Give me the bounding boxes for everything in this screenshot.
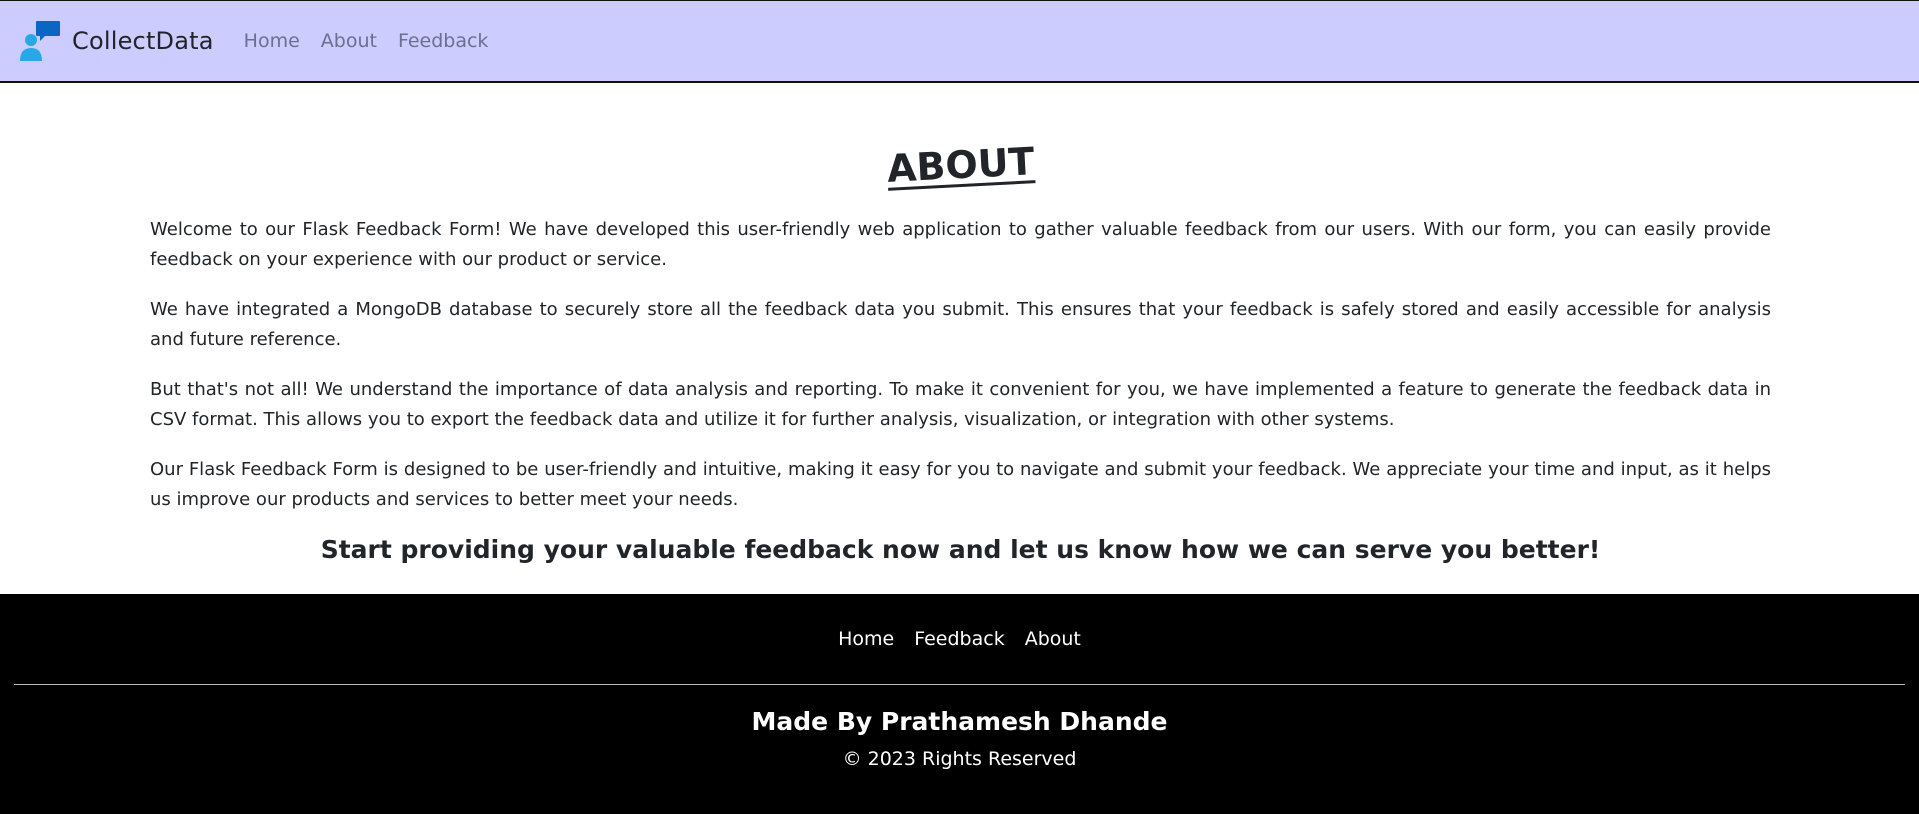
about-paragraph-design: Our Flask Feedback Form is designed to b… [150,459,1771,510]
page-title-text: ABOUT [885,139,1036,191]
about-paragraphs: Welcome to our Flask Feedback Form! We h… [150,215,1771,515]
footer-link-home[interactable]: Home [838,628,894,650]
nav-link-home[interactable]: Home [244,30,300,52]
call-to-action: Start providing your valuable feedback n… [320,535,1601,564]
about-paragraph-csv: But that's not all! We understand the im… [150,379,1771,430]
nav-link-feedback[interactable]: Feedback [398,30,488,52]
chat-user-icon [20,21,60,61]
about-section: ABOUT Welcome to our Flask Feedback Form… [150,83,1771,564]
about-paragraph-welcome: Welcome to our Flask Feedback Form! We h… [150,219,1771,270]
footer-divider [14,684,1905,685]
footer: Home Feedback About Made By Prathamesh D… [0,594,1919,814]
footer-link-feedback[interactable]: Feedback [914,628,1004,650]
footer-link-about[interactable]: About [1025,628,1081,650]
footer-links: Home Feedback About [0,628,1919,650]
about-paragraph-database: We have integrated a MongoDB database to… [150,299,1771,350]
brand[interactable]: CollectData [18,19,214,63]
page-title: ABOUT [150,139,1771,191]
footer-made-by: Made By Prathamesh Dhande [751,707,1168,736]
brand-name[interactable]: CollectData [72,27,214,55]
nav-link-about[interactable]: About [321,30,377,52]
footer-copyright: © 2023 Rights Reserved [842,748,1077,770]
nav-links: Home About Feedback [244,30,510,52]
top-navbar: CollectData Home About Feedback [0,0,1919,83]
